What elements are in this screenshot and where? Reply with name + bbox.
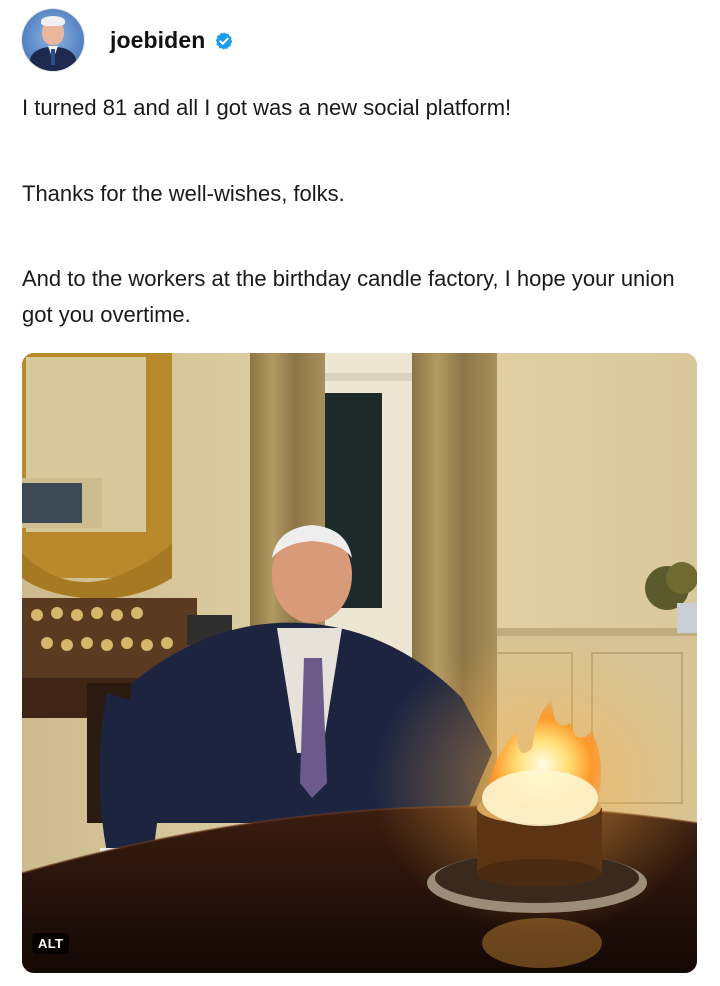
post-image[interactable]: ALT bbox=[22, 353, 697, 973]
post-card: joebiden I turned 81 and all I got was a… bbox=[0, 0, 720, 986]
verified-badge-icon bbox=[214, 31, 234, 51]
avatar-hair bbox=[41, 16, 65, 26]
avatar[interactable] bbox=[22, 9, 84, 71]
avatar-tie bbox=[51, 49, 55, 65]
post-header: joebiden bbox=[22, 6, 234, 74]
post-text-line-2: Thanks for the well-wishes, folks. bbox=[22, 181, 345, 206]
post-text-line-3: And to the workers at the birthday candl… bbox=[22, 266, 675, 327]
username[interactable]: joebiden bbox=[110, 27, 205, 54]
alt-text-badge[interactable]: ALT bbox=[32, 933, 70, 954]
birthday-cake-photo bbox=[22, 353, 697, 973]
post-text-line-1: I turned 81 and all I got was a new soci… bbox=[22, 95, 512, 120]
